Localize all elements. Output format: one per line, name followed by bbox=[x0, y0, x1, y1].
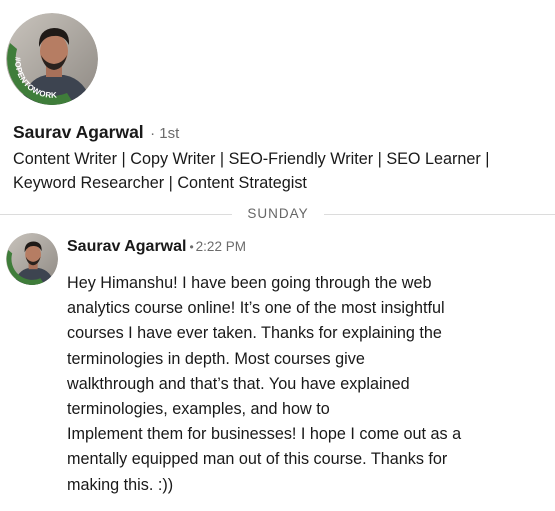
message-line: making this. :)) bbox=[67, 475, 174, 494]
message-line: courses I have ever taken. Thanks for ex… bbox=[67, 324, 442, 343]
message-line: Hey Himanshu! I have been going through … bbox=[67, 274, 432, 292]
day-label: SUNDAY bbox=[247, 206, 309, 221]
profile-name[interactable]: Saurav Agarwal bbox=[13, 122, 144, 142]
message-timestamp: 2:22 PM bbox=[195, 239, 246, 254]
message-line: terminologies, examples, and how to bbox=[67, 400, 330, 419]
profile-avatar[interactable]: #OPENTOWORK bbox=[6, 13, 98, 105]
divider-line-left bbox=[0, 214, 232, 215]
message-separator: • bbox=[189, 240, 194, 254]
message-sender[interactable]: Saurav Agarwal bbox=[67, 238, 186, 255]
message-body: Hey Himanshu! I have been going through … bbox=[67, 271, 547, 498]
connection-degree: · 1st bbox=[150, 125, 180, 142]
divider-line-right bbox=[324, 214, 555, 215]
message-line: terminologies in depth. Most courses giv… bbox=[67, 349, 365, 368]
message-line: Implement them for businesses! I hope I … bbox=[67, 425, 462, 444]
message-header: Saurav Agarwal • 2:22 PM bbox=[67, 236, 246, 258]
profile-photo-icon: #OPENTOWORK bbox=[6, 13, 98, 105]
day-divider: SUNDAY bbox=[0, 204, 555, 224]
profile-name-row: Saurav Agarwal · 1st bbox=[13, 121, 179, 145]
profile-photo-icon bbox=[6, 233, 58, 285]
message-avatar[interactable] bbox=[6, 233, 58, 285]
profile-headline: Content Writer | Copy Writer | SEO-Frien… bbox=[13, 150, 490, 192]
message-line: walkthrough and that’s that. You have ex… bbox=[67, 374, 410, 393]
message-line: analytics course online! It’s one of the… bbox=[67, 299, 445, 318]
message-line: mentally equipped man out of this course… bbox=[67, 450, 448, 469]
